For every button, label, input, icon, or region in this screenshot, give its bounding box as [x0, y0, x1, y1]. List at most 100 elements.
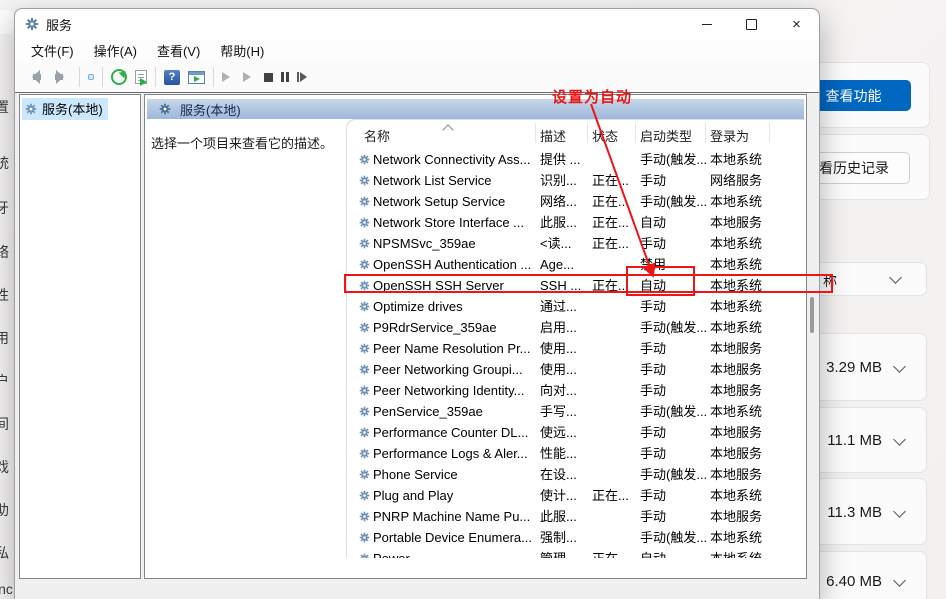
- column-separator[interactable]: [769, 123, 770, 143]
- column-separator[interactable]: [635, 123, 636, 143]
- app-size-card[interactable]: 11.3 MB: [806, 478, 927, 545]
- service-logon: 本地系统: [710, 191, 762, 212]
- service-row[interactable]: NPSMSvc_359ae<读...正在...手动本地系统: [347, 233, 806, 254]
- service-row[interactable]: Portable Device Enumera...强制...手动(触发...本…: [347, 527, 806, 548]
- list-scrollbar-thumb[interactable]: [810, 297, 814, 333]
- service-status: 正在...: [592, 275, 629, 296]
- service-name: Network Connectivity Ass...: [373, 149, 531, 170]
- settings-nav-item-partial[interactable]: 助: [0, 500, 13, 519]
- service-logon: 本地服务: [710, 443, 762, 464]
- service-row[interactable]: Performance Logs & Aler...性能...手动本地服务: [347, 443, 806, 464]
- service-row[interactable]: Optimize drives通过...手动本地系统: [347, 296, 806, 317]
- resume-service-button[interactable]: [243, 72, 256, 82]
- service-desc: <读...: [540, 233, 571, 254]
- services-list: 名称 描述 状态 启动类型 登录为 Network Connectivity A…: [347, 120, 806, 558]
- pause-service-button[interactable]: [281, 72, 289, 82]
- service-desc: SSH ...: [540, 275, 581, 296]
- service-name: Phone Service: [373, 464, 458, 485]
- column-separator[interactable]: [705, 123, 706, 143]
- maximize-button[interactable]: [729, 9, 774, 39]
- service-row[interactable]: OpenSSH Authentication ...Age...禁用本地系统: [347, 254, 806, 275]
- service-gear-icon: [359, 385, 370, 396]
- service-row[interactable]: Peer Networking Identity...向对...手动本地服务: [347, 380, 806, 401]
- service-startup: 手动: [640, 485, 666, 506]
- service-row[interactable]: OpenSSH SSH ServerSSH ...正在...自动本地系统: [347, 275, 806, 296]
- restart-service-button[interactable]: [297, 72, 312, 82]
- service-row[interactable]: Network Setup Service网络...正在...手动(触发...本…: [347, 191, 806, 212]
- service-row[interactable]: Peer Networking Groupi...使用...手动本地服务: [347, 359, 806, 380]
- help-button[interactable]: ?: [164, 70, 180, 85]
- close-button[interactable]: ×: [774, 9, 819, 39]
- service-row[interactable]: Performance Counter DL...使远...手动本地服务: [347, 422, 806, 443]
- menu-item[interactable]: 操作(A): [84, 38, 147, 63]
- service-name: Portable Device Enumera...: [373, 527, 532, 548]
- settings-nav-item-partial[interactable]: 戏: [0, 457, 13, 476]
- show-window-button[interactable]: [188, 71, 205, 84]
- column-header-logon-as[interactable]: 登录为: [710, 126, 749, 145]
- resume-service-icon: [243, 72, 256, 82]
- settings-nav-item-partial[interactable]: 性: [0, 285, 13, 304]
- chevron-down-icon: [893, 574, 906, 587]
- service-row[interactable]: PNRP Machine Name Pu...此服...手动本地服务: [347, 506, 806, 527]
- settings-nav-item-partial[interactable]: 牙: [0, 198, 13, 217]
- service-desc: 向对...: [540, 380, 577, 401]
- restart-service-icon: [297, 72, 312, 82]
- export-list-button[interactable]: [135, 70, 147, 84]
- forward-button[interactable]: [52, 70, 71, 84]
- service-row[interactable]: Network List Service识别...正在...手动网络服务: [347, 170, 806, 191]
- service-gear-icon: [359, 511, 370, 522]
- service-row[interactable]: Power管理正在自动本地系统: [347, 548, 806, 558]
- settings-nav-item-partial[interactable]: 间: [0, 414, 13, 433]
- settings-nav-item-partial[interactable]: 用: [0, 328, 13, 347]
- app-size-card[interactable]: 11.1 MB: [806, 407, 927, 473]
- service-row[interactable]: Network Store Interface ...此服...正在...自动本…: [347, 212, 806, 233]
- tree-item-services-local[interactable]: 服务(本地): [22, 98, 108, 120]
- service-row[interactable]: PenService_359ae手写...手动(触发...本地系统: [347, 401, 806, 422]
- column-header-startup-type[interactable]: 启动类型: [640, 126, 692, 145]
- service-gear-icon: [359, 364, 370, 375]
- service-startup: 手动: [640, 422, 666, 443]
- service-row[interactable]: Network Connectivity Ass...提供 ...手动(触发..…: [347, 149, 806, 170]
- app-size-card[interactable]: 6.40 MB: [806, 551, 927, 599]
- menu-item[interactable]: 查看(V): [147, 38, 210, 63]
- minimize-button[interactable]: [684, 9, 729, 39]
- pane-header-title: 服务(本地): [180, 100, 241, 119]
- settings-nav-item-partial[interactable]: 私: [0, 543, 13, 562]
- service-startup: 自动: [640, 212, 666, 233]
- settings-nav-item-partial[interactable]: inc: [0, 581, 13, 599]
- column-header-status[interactable]: 状态: [592, 126, 618, 145]
- menu-item[interactable]: 文件(F): [21, 38, 84, 63]
- settings-nav-item-partial[interactable]: 络: [0, 242, 13, 261]
- service-row[interactable]: P9RdrService_359ae启用...手动(触发...本地系统: [347, 317, 806, 338]
- service-logon: 网络服务: [710, 170, 762, 191]
- show-console-tree-button[interactable]: [88, 74, 94, 80]
- start-service-button[interactable]: [222, 72, 235, 82]
- column-header-name[interactable]: 名称: [364, 126, 390, 145]
- sort-dropdown[interactable]: 称: [806, 262, 927, 296]
- service-status: 正在...: [592, 485, 629, 506]
- service-gear-icon: [359, 196, 370, 207]
- service-status: 正在...: [592, 212, 629, 233]
- refresh-icon: [111, 69, 127, 85]
- settings-nav-item-partial[interactable]: 户: [0, 371, 13, 390]
- column-header-description[interactable]: 描述: [540, 126, 566, 145]
- settings-nav-item-partial[interactable]: 统: [0, 153, 13, 172]
- pane-header-band: 服务(本地): [147, 99, 804, 119]
- service-row[interactable]: Peer Name Resolution Pr...使用...手动本地服务: [347, 338, 806, 359]
- service-name: Power: [373, 548, 410, 558]
- settings-nav-item-partial[interactable]: 置: [0, 97, 13, 116]
- refresh-button[interactable]: [111, 69, 127, 85]
- service-row[interactable]: Phone Service在设...手动(触发...本地服务: [347, 464, 806, 485]
- service-desc: 使用...: [540, 338, 577, 359]
- column-separator[interactable]: [535, 123, 536, 143]
- title-bar[interactable]: 服务 ×: [15, 9, 819, 39]
- service-name: OpenSSH Authentication ...: [373, 254, 531, 275]
- stop-service-button[interactable]: [264, 73, 273, 82]
- back-button[interactable]: [25, 70, 44, 84]
- column-separator[interactable]: [587, 123, 588, 143]
- app-size-card[interactable]: 3.29 MB: [806, 333, 927, 401]
- service-startup: 手动: [640, 359, 666, 380]
- menu-item[interactable]: 帮助(H): [210, 38, 274, 63]
- service-logon: 本地系统: [710, 149, 762, 170]
- service-row[interactable]: Plug and Play使计...正在...手动本地系统: [347, 485, 806, 506]
